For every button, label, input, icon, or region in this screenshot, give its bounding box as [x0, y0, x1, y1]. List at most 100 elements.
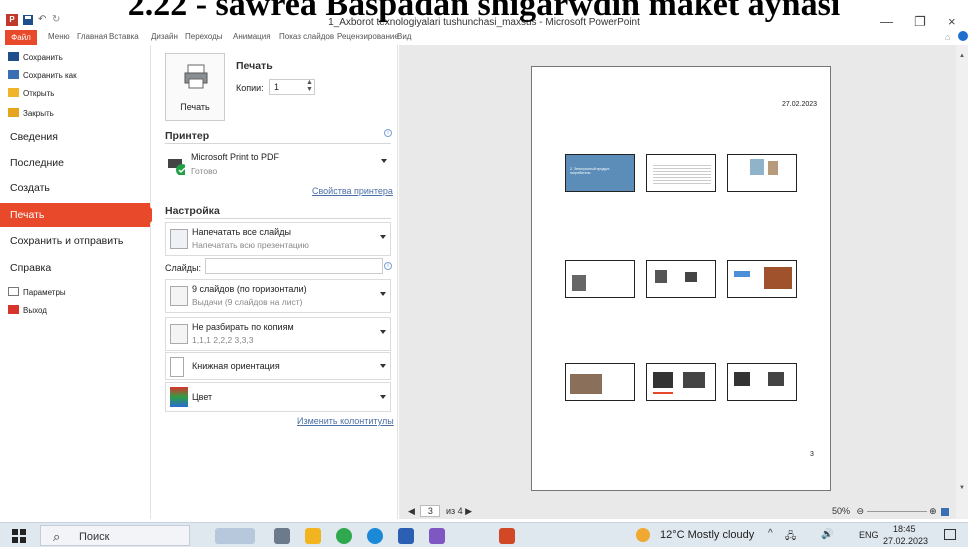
task-view-icon[interactable]: [274, 528, 290, 544]
tray-chevron-up-icon[interactable]: ^: [768, 528, 773, 539]
page-total: из 4: [445, 506, 463, 516]
zoom-slider[interactable]: [866, 511, 927, 513]
edge-icon[interactable]: [367, 528, 383, 544]
menu-save-label: Сохранить: [23, 53, 63, 62]
powerpoint-taskbar-icon[interactable]: [499, 528, 515, 544]
color-label: Цвет: [192, 392, 213, 402]
layout-subtitle: Выдачи (9 слайдов на лист): [192, 297, 303, 307]
color-dropdown[interactable]: Цвет: [165, 382, 391, 412]
clock-time[interactable]: 18:45: [893, 524, 916, 534]
windows-start-icon[interactable]: [12, 529, 26, 546]
current-page-input[interactable]: 3: [420, 505, 441, 517]
print-button-label: Печать: [180, 102, 210, 112]
tab-view[interactable]: Вид: [397, 32, 411, 41]
slides-info-icon[interactable]: i: [384, 262, 392, 270]
menu-print[interactable]: Печать: [0, 203, 158, 227]
tab-menu[interactable]: Меню: [48, 32, 70, 41]
menu-open-label: Открыть: [23, 89, 55, 98]
file-explorer-icon[interactable]: [305, 528, 321, 544]
layout-dropdown[interactable]: 9 слайдов (по горизонтали) Выдачи (9 сла…: [165, 279, 391, 313]
collate-dropdown[interactable]: Не разбирать по копиям 1,1,1 2,2,2 3,3,3: [165, 317, 391, 351]
help-icon[interactable]: [958, 31, 968, 41]
slide-thumbnail: [565, 363, 635, 401]
prev-page-icon[interactable]: ◀: [408, 506, 415, 516]
word-icon[interactable]: [398, 528, 414, 544]
menu-save[interactable]: Сохранить: [8, 51, 63, 64]
chrome-icon[interactable]: [336, 528, 352, 544]
menu-recent[interactable]: Последние: [0, 151, 151, 175]
handout-layout-icon: [170, 286, 188, 306]
slides-input[interactable]: [205, 258, 383, 274]
fit-page-icon[interactable]: [941, 507, 950, 516]
chevron-down-icon: [381, 159, 387, 163]
collate-title: Не разбирать по копиям: [192, 322, 294, 332]
slide-image: [572, 275, 586, 291]
copies-spin-up-icon[interactable]: ▲: [306, 79, 313, 86]
slide-thumbnail: [727, 154, 797, 192]
tray-volume-icon[interactable]: 🔊: [821, 529, 833, 540]
notifications-icon[interactable]: [944, 529, 956, 540]
print-range-subtitle: Напечатать всю презентацию: [192, 240, 309, 250]
layout-title: 9 слайдов (по горизонтали): [192, 284, 307, 294]
weather-icon[interactable]: [636, 528, 650, 542]
print-settings: Печать Печать Копии: 1 ▲ ▼ Принтер i Mic…: [152, 45, 398, 519]
tab-file[interactable]: Файл: [5, 30, 37, 45]
zoom-in-icon[interactable]: ⊕: [929, 506, 937, 516]
menu-save-send[interactable]: Сохранить и отправить: [0, 229, 151, 253]
menu-close[interactable]: Закрыть: [8, 107, 54, 120]
scroll-down-icon[interactable]: ▼: [959, 485, 965, 491]
taskbar-search[interactable]: ⌕ Поиск: [40, 525, 190, 546]
slide-thumbnail-title: 2. Электронный продукт-потребитель: [570, 167, 611, 175]
slide-thumbnail: [646, 260, 716, 298]
menu-new[interactable]: Создать: [0, 176, 151, 200]
copies-spin-down-icon[interactable]: ▼: [306, 86, 313, 93]
menu-options[interactable]: Параметры: [8, 286, 66, 299]
slide-thumbnail: [646, 363, 716, 401]
clock-date[interactable]: 27.02.2023: [883, 536, 928, 546]
save-icon: [8, 52, 19, 61]
print-range-dropdown[interactable]: Напечатать все слайды Напечатать всю пре…: [165, 222, 391, 256]
print-button[interactable]: Печать: [165, 53, 225, 121]
tab-review[interactable]: Рецензирование: [337, 32, 399, 41]
next-page-icon[interactable]: ▶: [465, 506, 472, 516]
menu-help[interactable]: Справка: [0, 256, 151, 280]
tab-insert[interactable]: Вставка: [109, 32, 139, 41]
menu-exit[interactable]: Выход: [8, 304, 47, 317]
orientation-dropdown[interactable]: Книжная ориентация: [165, 352, 391, 380]
app-icon[interactable]: [429, 528, 445, 544]
vertical-scrollbar[interactable]: ▲ ▼: [956, 45, 968, 519]
printer-heading: Принтер: [165, 130, 210, 142]
menu-save-as[interactable]: Сохранить как: [8, 69, 77, 82]
zoom-level: 50%: [832, 506, 851, 516]
slide-image: [734, 372, 750, 386]
save-as-icon: [8, 70, 19, 79]
scroll-up-icon[interactable]: ▲: [959, 53, 965, 59]
tab-slideshow[interactable]: Показ слайдов: [279, 32, 334, 41]
menu-info[interactable]: Сведения: [0, 125, 151, 149]
settings-heading: Настройка: [165, 205, 220, 217]
zoom-out-icon[interactable]: ⊖: [857, 506, 865, 516]
search-icon: ⌕: [53, 529, 61, 544]
color-icon: [170, 387, 188, 407]
copies-input[interactable]: 1 ▲ ▼: [269, 79, 315, 95]
tab-animation[interactable]: Анимация: [233, 32, 271, 41]
printer-info-icon[interactable]: i: [384, 129, 392, 137]
tab-home[interactable]: Главная: [77, 32, 107, 41]
widgets-icon[interactable]: [215, 528, 255, 544]
language-indicator[interactable]: ENG: [859, 530, 879, 540]
weather-text[interactable]: 12°C Mostly cloudy: [660, 529, 754, 541]
tray-network-icon[interactable]: 🖧: [785, 529, 796, 546]
printer-properties-link[interactable]: Свойства принтера: [312, 186, 393, 196]
printer-dropdown[interactable]: Microsoft Print to PDF Готово: [165, 147, 391, 183]
collapse-ribbon-icon[interactable]: ⌂: [945, 32, 950, 42]
edit-header-footer-link[interactable]: Изменить колонтитулы: [297, 416, 394, 426]
printer-icon: [184, 64, 208, 89]
menu-open[interactable]: Открыть: [8, 87, 54, 100]
printer-status: Готово: [191, 166, 218, 176]
tab-design[interactable]: Дизайн: [151, 32, 178, 41]
tab-transitions[interactable]: Переходы: [185, 32, 223, 41]
slide-thumbnail: 2. Электронный продукт-потребитель: [565, 154, 635, 192]
printer-ready-icon: [168, 159, 185, 175]
slide-image: [685, 272, 697, 282]
menu-exit-label: Выход: [23, 306, 47, 315]
